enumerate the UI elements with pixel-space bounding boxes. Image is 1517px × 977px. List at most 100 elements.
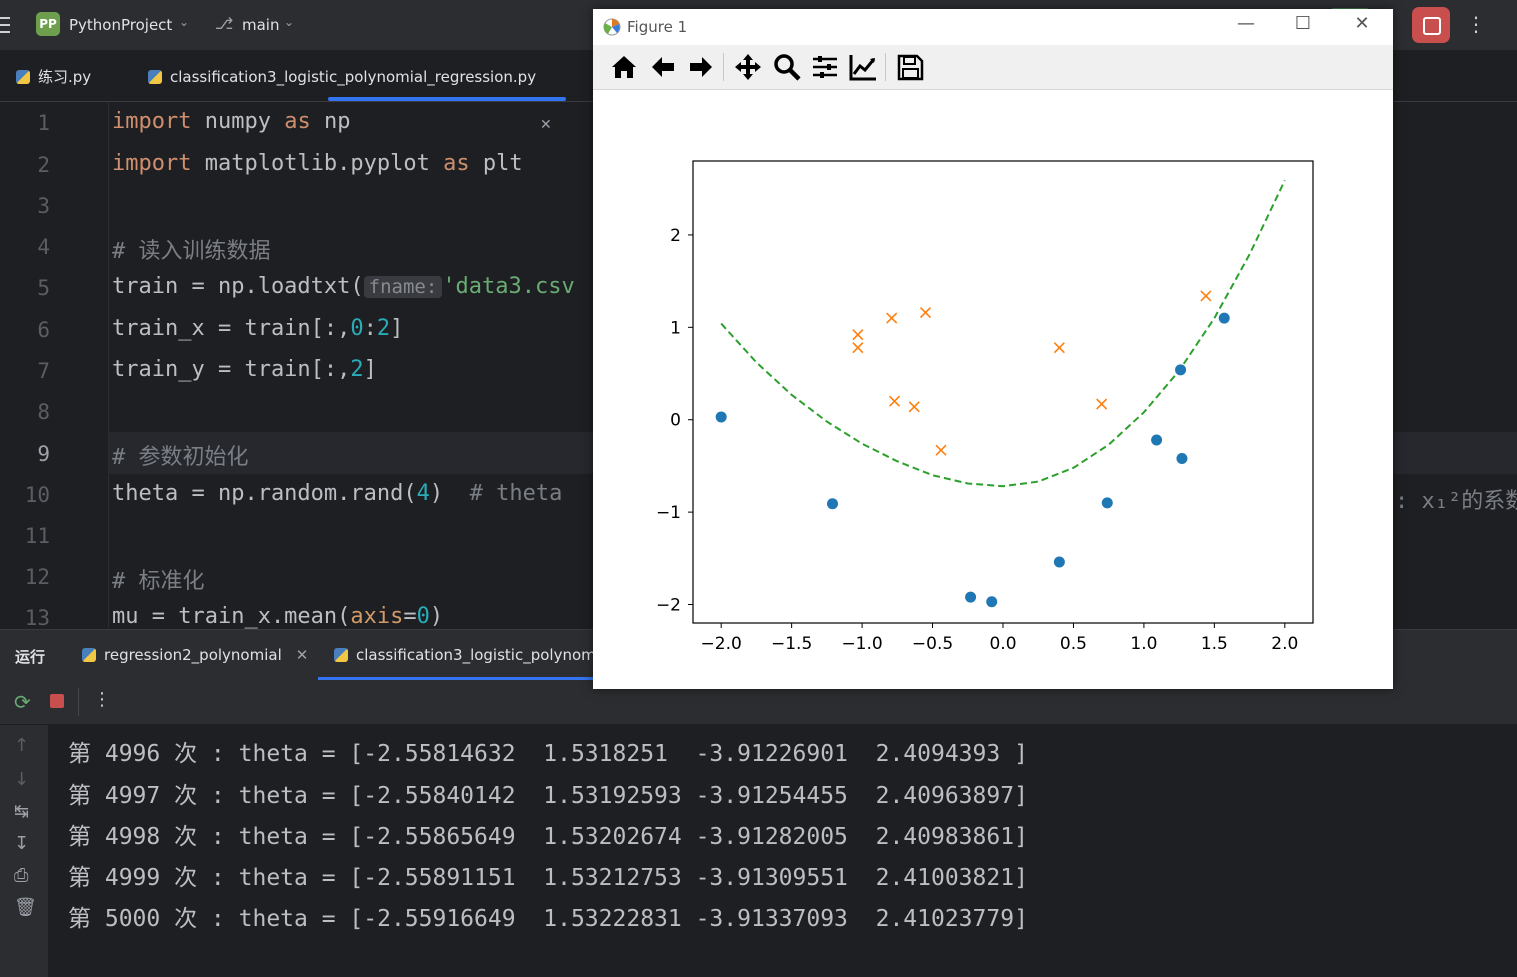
stop-icon[interactable] (50, 694, 64, 708)
line-number: 4 (37, 235, 50, 259)
x-tick-label: 0.0 (989, 634, 1016, 654)
configure-subplots-icon[interactable] (810, 52, 840, 82)
data-point-circle (965, 591, 977, 603)
line-number-gutter: 1 2 3 4 5 6 7 8 9 10 11 12 13 (0, 102, 109, 630)
branch-icon[interactable]: ⎇ (215, 14, 233, 33)
soft-wrap-icon[interactable]: ↹ (14, 801, 29, 822)
chevron-down-icon[interactable]: ⌄ (179, 15, 189, 29)
code-text: train = np.loadtxt( (112, 274, 364, 299)
code-line[interactable]: theta = np.random.rand(4) # theta (112, 481, 562, 506)
more-options-icon[interactable]: ⋮ (1466, 12, 1486, 36)
close-icon[interactable]: ✕ (540, 117, 552, 133)
line-number: 1 (37, 111, 50, 135)
console-line: 第 4998 次 : theta = [-2.55865649 1.532026… (68, 824, 1028, 850)
data-point-circle (715, 411, 727, 423)
data-point-circle (1151, 434, 1163, 446)
data-point-x (1053, 342, 1065, 354)
figure-title: Figure 1 (627, 18, 688, 36)
project-name[interactable]: PythonProject (69, 16, 172, 34)
scatter-plot[interactable]: −2.0 −1.5 −1.0 −0.5 0.0 0.5 1.0 1.5 2.0 −2 −1 0 1 2 (593, 90, 1393, 689)
run-side-toolbar: ↑ ↓ ↹ ↧ ⎙ 🗑 (0, 725, 48, 977)
code-text: = (403, 604, 417, 629)
maximize-icon[interactable]: ☐ (1283, 13, 1323, 34)
tab-classification3[interactable]: classification3_logistic_polynomial_regr… (148, 51, 536, 101)
code-text: ) (429, 604, 444, 629)
back-arrow-icon[interactable] (648, 52, 678, 82)
print-icon[interactable]: ⎙ (14, 865, 28, 886)
console-output[interactable]: 第 4996 次 : theta = [-2.55814632 1.531825… (48, 725, 1517, 977)
arrow-down-icon[interactable]: ↓ (14, 769, 29, 790)
stop-button[interactable] (1412, 7, 1450, 43)
line-number: 2 (37, 153, 50, 177)
tab-label: classification3_logistic_polynomial_regr… (170, 68, 537, 86)
code-line[interactable]: train_y = train[:,2] (112, 357, 377, 382)
toolbar-divider (78, 688, 79, 716)
main-menu-icon[interactable] (0, 12, 12, 38)
number: 2 (350, 357, 364, 382)
run-tab-regression2[interactable]: regression2_polynomial ✕ (82, 646, 308, 664)
data-point-circle (1053, 556, 1065, 568)
home-icon[interactable] (609, 52, 639, 82)
data-point-x (1200, 290, 1212, 302)
code-comment-tail: : x₁²的系数 (1395, 489, 1517, 514)
line-number: 13 (24, 606, 50, 630)
tab-practice[interactable]: 练习.py (16, 51, 91, 101)
alias: np (310, 109, 351, 134)
code-comment[interactable]: # 参数初始化 (112, 439, 249, 471)
x-tick-label: 0.5 (1060, 634, 1087, 654)
code-text: train_y = train[:, (112, 357, 351, 382)
code-text: theta = np.random.rand( (112, 481, 417, 506)
minimize-icon[interactable]: — (1226, 13, 1266, 34)
keyword: as (284, 109, 311, 134)
alias: plt (469, 151, 523, 176)
run-panel-label: 运行 (15, 648, 46, 666)
figure-toolbar (593, 45, 1393, 90)
y-tick-label: 1 (670, 318, 681, 338)
data-point-circle (1176, 453, 1188, 465)
keyword: import (112, 151, 192, 176)
trash-icon[interactable]: 🗑 (14, 897, 37, 918)
project-badge[interactable]: PP (36, 12, 60, 36)
code-comment[interactable]: # 标准化 (112, 563, 205, 595)
save-icon[interactable] (895, 52, 925, 82)
console-line: 第 5000 次 : theta = [-2.55916649 1.532228… (68, 906, 1028, 932)
figure-window[interactable]: Figure 1 — ☐ ✕ −2.0 −1.5 −1.0 −0.5 0.0 0.5 1.0… (593, 9, 1393, 689)
forward-arrow-icon[interactable] (686, 52, 716, 82)
pan-icon[interactable] (733, 52, 763, 82)
code-line[interactable]: train_x = train[:,0:2] (112, 316, 403, 341)
arrow-up-icon[interactable]: ↑ (14, 735, 29, 756)
rerun-icon[interactable]: ⟳ (14, 690, 31, 714)
code-comment[interactable]: # 读入训练数据 (112, 233, 271, 265)
code-line[interactable]: train = np.loadtxt(fname:'data3.csv (112, 274, 575, 299)
data-point-circle (827, 498, 838, 510)
matplotlib-logo-icon (603, 18, 621, 36)
code-text: ) (429, 481, 470, 506)
zoom-icon[interactable] (772, 52, 802, 82)
code-comment: # theta (469, 481, 563, 506)
keyword: as (443, 151, 470, 176)
more-options-icon[interactable]: ⋮ (93, 689, 111, 710)
x-tick-label: 2.0 (1271, 634, 1298, 654)
line-number: 9 (37, 442, 50, 466)
code-line[interactable]: import matplotlib.pyplot as plt (112, 151, 523, 176)
x-tick-label: 1.0 (1130, 634, 1157, 654)
close-icon[interactable]: ✕ (296, 646, 309, 664)
decision-boundary-line (720, 179, 1286, 488)
branch-name[interactable]: main (242, 16, 279, 34)
data-point-circle (1218, 312, 1230, 324)
code-text: train_x = train[:, (112, 316, 351, 341)
data-point-x (852, 342, 864, 354)
chevron-down-icon[interactable]: ⌄ (284, 15, 294, 29)
code-line[interactable]: mu = train_x.mean(axis=0) (112, 604, 443, 629)
scroll-to-end-icon[interactable]: ↧ (14, 833, 29, 854)
code-line[interactable]: import numpy as np (112, 109, 350, 134)
y-tick-label: −1 (656, 503, 681, 523)
number: 0 (350, 316, 364, 341)
toolbar-divider (885, 53, 886, 81)
line-number: 7 (37, 359, 50, 383)
data-point-circle (1101, 497, 1113, 509)
edit-axis-icon[interactable] (848, 52, 878, 82)
close-icon[interactable]: ✕ (1342, 13, 1382, 34)
figure-title-bar[interactable]: Figure 1 — ☐ ✕ (593, 9, 1393, 45)
run-tab-classification3[interactable]: classification3_logistic_polynomi (334, 646, 600, 664)
